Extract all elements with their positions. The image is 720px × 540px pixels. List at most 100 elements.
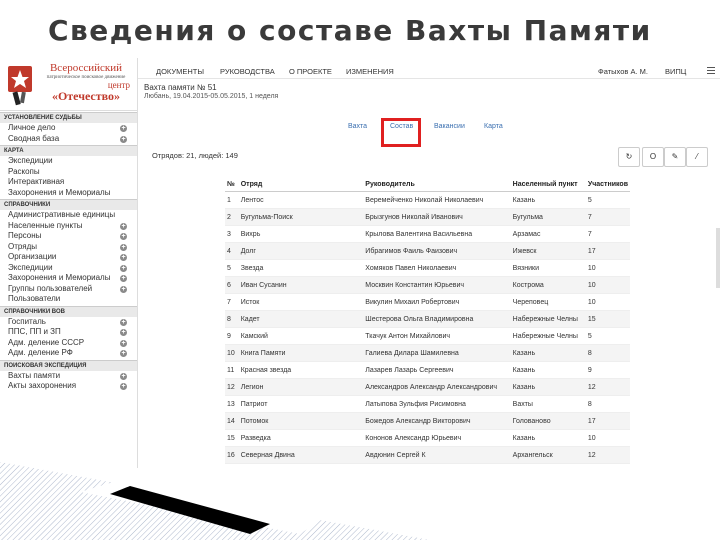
cell-squad[interactable]: Камский xyxy=(238,327,364,345)
table-row[interactable]: 10 Книга Памяти Галиева Дилара Шамилевна Ка… xyxy=(225,344,630,362)
col-header-number[interactable]: № xyxy=(225,177,239,192)
scrollbar[interactable] xyxy=(716,228,720,288)
add-icon[interactable]: + xyxy=(120,350,127,357)
cell-squad[interactable]: Красная звезда xyxy=(238,361,364,379)
add-icon[interactable]: + xyxy=(120,339,127,347)
user-name[interactable]: Фатыхов А. М. xyxy=(598,65,648,78)
cell-leader[interactable]: Крылова Валентина Васильевна xyxy=(363,225,511,243)
cell-squad[interactable]: Северная Двина xyxy=(238,446,364,464)
sidebar-item[interactable]: Организации + xyxy=(0,252,137,263)
cell-squad[interactable]: Иван Сусанин xyxy=(238,276,364,294)
sidebar-item[interactable]: Адм. деление СССР + xyxy=(0,338,137,349)
add-icon[interactable]: + xyxy=(120,383,127,390)
table-row[interactable]: 7 Исток Викулин Михаил Робертович Череповец… xyxy=(225,293,630,311)
sidebar-item[interactable]: Захоронения и Мемориалы xyxy=(0,188,137,199)
cell-squad[interactable]: Долг xyxy=(238,242,364,260)
table-row[interactable]: 16 Северная Двина Авдюнин Сергей К Архангел… xyxy=(225,446,630,464)
pencil-button[interactable]: ⁄ xyxy=(686,147,708,167)
sidebar-item[interactable]: Акты захоронения + xyxy=(0,381,137,392)
cell-squad[interactable]: Лентос xyxy=(238,191,364,209)
table-row[interactable]: 3 Вихрь Крылова Валентина Васильевна Арзама… xyxy=(225,225,630,243)
cell-squad[interactable]: Легион xyxy=(238,378,364,396)
col-header-leader[interactable]: Руководитель xyxy=(363,177,511,192)
cell-leader[interactable]: Божедов Александр Викторович xyxy=(363,412,511,430)
cell-leader[interactable]: Москвин Константин Юрьевич xyxy=(363,276,511,294)
add-icon[interactable]: + xyxy=(120,285,127,293)
add-icon[interactable]: + xyxy=(120,329,127,336)
sidebar-item[interactable]: Сводная база + xyxy=(0,134,137,145)
add-icon[interactable]: + xyxy=(120,243,127,251)
cell-leader[interactable]: Хомяков Павел Николаевич xyxy=(363,259,511,277)
sidebar-item[interactable]: ППС, ПП и ЗП + xyxy=(0,327,137,338)
sidebar-item[interactable]: Личное дело + xyxy=(0,123,137,134)
add-icon[interactable]: + xyxy=(120,233,127,240)
tab-vacancies[interactable]: Вакансии xyxy=(434,123,465,130)
cell-squad[interactable]: Звезда xyxy=(238,259,364,277)
tab-watch[interactable]: Вахта xyxy=(348,123,367,130)
cell-leader[interactable]: Александров Александр Александрович xyxy=(363,378,511,396)
table-row[interactable]: 13 Патриот Латыпова Зульфия Рисимовна Вахты… xyxy=(225,395,630,413)
add-icon[interactable]: + xyxy=(120,318,127,326)
cell-squad[interactable]: Потомок xyxy=(238,412,364,430)
sidebar-item[interactable]: Населенные пункты + xyxy=(0,221,137,232)
add-icon[interactable]: + xyxy=(120,254,127,261)
table-row[interactable]: 4 Долг Ибрагимов Фаиль Фаизович Ижевск 17 xyxy=(225,242,630,260)
cell-leader[interactable]: Авдюнин Сергей К xyxy=(363,446,511,464)
sidebar-item[interactable]: Раскопы xyxy=(0,167,137,178)
sidebar-item[interactable]: Интерактивная xyxy=(0,177,137,188)
sidebar-item[interactable]: Пользователи xyxy=(0,294,137,305)
org-name[interactable]: ВИПЦ xyxy=(665,65,686,78)
menu-icon[interactable] xyxy=(707,67,715,75)
cell-leader[interactable]: Брызгунов Николай Иванович xyxy=(363,208,511,226)
table-row[interactable]: 2 Бугульма-Поиск Брызгунов Николай Иванови… xyxy=(225,208,630,226)
cell-squad[interactable]: Патриот xyxy=(238,395,364,413)
sidebar-item[interactable]: Экспедиции xyxy=(0,156,137,167)
sidebar-item[interactable]: Группы пользователей + xyxy=(0,284,137,295)
cell-squad[interactable]: Кадет xyxy=(238,310,364,328)
table-row[interactable]: 8 Кадет Шестерова Ольга Владимировна Набере… xyxy=(225,310,630,328)
sidebar-item[interactable]: Захоронения и Мемориалы + xyxy=(0,273,137,284)
table-row[interactable]: 15 Разведка Кононов Александр Юрьевич Казан… xyxy=(225,429,630,447)
cell-leader[interactable]: Галиева Дилара Шамилевна xyxy=(363,344,511,362)
table-row[interactable]: 9 Камский Ткачук Антон Михайлович Набережны… xyxy=(225,327,630,345)
view-button[interactable]: O xyxy=(642,147,664,167)
cell-squad[interactable]: Вихрь xyxy=(238,225,364,243)
col-header-locality[interactable]: Населенный пункт xyxy=(510,177,586,192)
sidebar-item[interactable]: Вахты памяти + xyxy=(0,371,137,382)
add-icon[interactable]: + xyxy=(120,222,127,230)
sidebar-item[interactable]: Административные единицы xyxy=(0,210,137,221)
cell-squad[interactable]: Разведка xyxy=(238,429,364,447)
cell-leader[interactable]: Викулин Михаил Робертович xyxy=(363,293,511,311)
add-icon[interactable]: + xyxy=(120,264,127,272)
tab-map[interactable]: Карта xyxy=(484,123,503,130)
add-icon[interactable]: + xyxy=(120,372,127,380)
cell-leader[interactable]: Ткачук Антон Михайлович xyxy=(363,327,511,345)
cell-squad[interactable]: Бугульма-Поиск xyxy=(238,208,364,226)
table-row[interactable]: 14 Потомок Божедов Александр Викторович Гол… xyxy=(225,412,630,430)
cell-leader[interactable]: Веремейченко Николай Николаевич xyxy=(363,191,511,209)
sidebar-item[interactable]: Госпиталь + xyxy=(0,317,137,328)
sidebar-item[interactable]: Экспедиции + xyxy=(0,263,137,274)
edit-button[interactable]: ✎ xyxy=(664,147,686,167)
refresh-button[interactable]: ↻ xyxy=(618,147,640,167)
add-icon[interactable]: + xyxy=(120,125,127,132)
cell-leader[interactable]: Шестерова Ольга Владимировна xyxy=(363,310,511,328)
cell-leader[interactable]: Кононов Александр Юрьевич xyxy=(363,429,511,447)
sidebar-item[interactable]: Адм. деление РФ + xyxy=(0,348,137,359)
cell-leader[interactable]: Лазарев Лазарь Сергеевич xyxy=(363,361,511,379)
logo[interactable]: Всероссийский патриотическое поисковое д… xyxy=(0,58,137,111)
table-row[interactable]: 12 Легион Александров Александр Александро… xyxy=(225,378,630,396)
nav-changes[interactable]: ИЗМЕНЕНИЯ xyxy=(346,65,394,78)
col-header-participants[interactable]: Участников xyxy=(585,177,630,192)
sidebar-item[interactable]: Отряды + xyxy=(0,242,137,253)
nav-guides[interactable]: РУКОВОДСТВА xyxy=(220,65,275,78)
cell-leader[interactable]: Ибрагимов Фаиль Фаизович xyxy=(363,242,511,260)
sidebar-item[interactable]: Персоны + xyxy=(0,231,137,242)
add-icon[interactable]: + xyxy=(120,275,127,282)
table-row[interactable]: 11 Красная звезда Лазарев Лазарь Сергеевич… xyxy=(225,361,630,379)
table-row[interactable]: 1 Лентос Веремейченко Николай Николаевич Ка… xyxy=(225,191,630,209)
cell-leader[interactable]: Латыпова Зульфия Рисимовна xyxy=(363,395,511,413)
nav-about[interactable]: О ПРОЕКТЕ xyxy=(289,65,332,78)
table-row[interactable]: 5 Звезда Хомяков Павел Николаевич Вязники 10 xyxy=(225,259,630,277)
add-icon[interactable]: + xyxy=(120,135,127,143)
